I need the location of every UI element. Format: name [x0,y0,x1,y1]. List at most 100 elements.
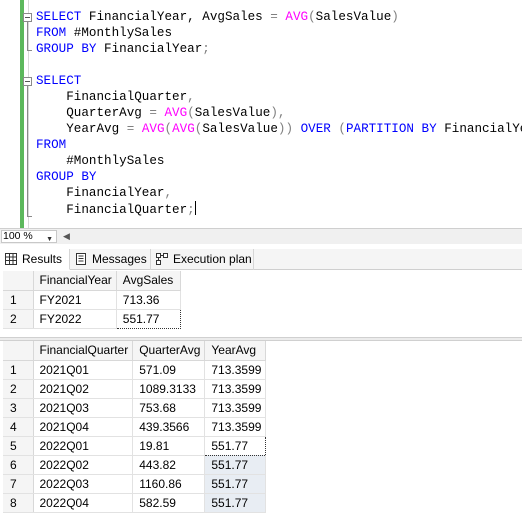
cell-avgsales[interactable]: 713.36 [116,290,181,310]
cell-financialyear[interactable]: FY2021 [33,290,117,310]
cell-financialquarter[interactable]: 2022Q03 [33,474,134,494]
cell-yearavg[interactable]: 551.77 [204,455,267,475]
sql-token: FinancialYear, AvgSales [81,10,271,24]
code-line[interactable]: GROUP BY FinancialYear; [36,41,522,57]
code-line[interactable]: FROM #MonthlySales [36,25,522,41]
sql-operator: ; [202,42,210,56]
table-row[interactable]: 7 2022Q03 1160.86 551.77 [3,474,267,494]
code-line[interactable]: FROM [36,137,522,153]
tab-results[interactable]: Results [0,249,70,270]
table-row[interactable]: 8 2022Q04 582.59 551.77 [3,493,267,513]
grid-corner[interactable] [3,271,34,291]
query-editor[interactable]: SELECT FinancialYear, AvgSales = AVG(Sal… [0,0,522,228]
row-number[interactable]: 8 [3,493,34,513]
sql-keyword: GROUP BY [36,170,97,184]
sql-token: YearAvg [36,122,127,136]
row-number[interactable]: 6 [3,455,34,475]
horizontal-scrollbar[interactable] [76,232,522,241]
tab-messages[interactable]: Messages [70,249,151,270]
zoom-dropdown[interactable]: 100 % ▼ [1,230,57,243]
code-line[interactable]: #MonthlySales [36,153,522,169]
table-row[interactable]: 2 2021Q02 1089.3133 713.3599 [3,379,267,399]
cell-yearavg[interactable]: 551.77 [204,435,267,456]
cell-quarteravg[interactable]: 1160.86 [132,474,206,494]
cell-financialquarter[interactable]: 2022Q02 [33,455,134,475]
sql-token: FinancialQuarter [36,203,188,217]
code-line[interactable]: SELECT FinancialYear, AvgSales = AVG(Sal… [36,9,522,25]
column-header-yearavg[interactable]: YearAvg [204,341,267,361]
tab-execution-plan[interactable]: Execution plan [151,249,254,270]
change-tracking-bar [20,0,24,228]
cell-financialquarter[interactable]: 2021Q02 [33,379,134,399]
row-number[interactable]: 3 [3,398,34,418]
sql-operator: ( [187,106,195,120]
table-row[interactable]: 1 2021Q01 571.09 713.3599 [3,360,267,380]
column-header-avgsales[interactable]: AvgSales [116,271,181,291]
table-row[interactable]: 2 FY2022 551.77 [3,308,181,329]
code-line[interactable]: SELECT [36,73,522,89]
column-header-financialyear[interactable]: FinancialYear [33,271,117,291]
messages-icon [76,253,86,265]
cell-yearavg[interactable]: 713.3599 [204,379,267,399]
collapse-toggle-icon[interactable] [23,13,32,22]
cell-quarteravg[interactable]: 571.09 [132,360,206,380]
column-header-quarteravg[interactable]: QuarterAvg [132,341,206,361]
cell-financialquarter[interactable]: 2021Q04 [33,417,134,437]
cell-quarteravg[interactable]: 1089.3133 [132,379,206,399]
code-line[interactable]: FinancialYear, [36,185,522,201]
code-line[interactable]: FinancialQuarter; [36,201,522,217]
table-row[interactable]: 3 2021Q03 753.68 713.3599 [3,398,267,418]
column-header-financialquarter[interactable]: FinancialQuarter [33,341,134,361]
row-number[interactable]: 7 [3,474,34,494]
cell-financialquarter[interactable]: 2022Q01 [33,436,134,456]
cell-financialyear[interactable]: FY2022 [33,309,117,329]
sql-function: AVG [164,106,188,120]
cell-financialquarter[interactable]: 2022Q04 [33,493,134,513]
cell-quarteravg[interactable]: 19.81 [132,436,206,456]
table-row[interactable]: 1 FY2021 713.36 [3,290,181,310]
cell-yearavg[interactable]: 551.77 [204,493,267,513]
cell-yearavg[interactable]: 713.3599 [204,417,267,437]
results-grid-1[interactable]: FinancialYear AvgSales 1 FY2021 713.36 2… [3,271,181,329]
code-line[interactable]: YearAvg = AVG(AVG(SalesValue)) OVER (PAR… [36,121,522,137]
cell-financialquarter[interactable]: 2021Q01 [33,360,134,380]
cell-avgsales-selected[interactable]: 551.77 [115,308,181,329]
table-row[interactable]: 4 2021Q04 439.3566 713.3599 [3,417,267,437]
grid-corner[interactable] [3,341,34,361]
code-line[interactable] [36,57,522,73]
scroll-left-icon[interactable]: ◀ [63,231,70,242]
row-number[interactable]: 5 [3,436,34,456]
outline-guide-end [27,50,32,51]
sql-token: #MonthlySales [66,26,173,40]
cell-financialquarter[interactable]: 2021Q03 [33,398,134,418]
sql-keyword: FROM [36,138,67,152]
cell-yearavg[interactable]: 713.3599 [204,398,267,418]
cell-quarteravg[interactable]: 753.68 [132,398,206,418]
tab-label: Results [22,252,63,266]
code-line[interactable]: GROUP BY [36,169,522,185]
cell-quarteravg[interactable]: 439.3566 [132,417,206,437]
row-number[interactable]: 4 [3,417,34,437]
row-number[interactable]: 2 [3,309,34,329]
tab-label: Messages [92,252,147,266]
cell-quarteravg[interactable]: 443.82 [132,455,206,475]
table-row[interactable]: 5 2022Q01 19.81 551.77 [3,435,267,456]
sql-code[interactable]: SELECT FinancialYear, AvgSales = AVG(Sal… [36,9,522,217]
sql-keyword: SELECT [36,10,82,24]
row-number[interactable]: 1 [3,360,34,380]
sql-operator: ), [270,106,286,120]
cell-yearavg[interactable]: 551.77 [204,474,267,494]
sql-operator: = [149,106,157,120]
editor-status-bar: 100 % ▼ ◀ [0,228,522,244]
collapse-toggle-icon[interactable] [23,77,32,86]
row-number[interactable]: 1 [3,290,34,310]
results-grid-2[interactable]: FinancialQuarter QuarterAvg YearAvg 1 202… [3,341,267,513]
code-line[interactable]: QuarterAvg = AVG(SalesValue), [36,105,522,121]
sql-token: #MonthlySales [36,154,165,168]
cell-yearavg[interactable]: 713.3599 [204,360,267,380]
cell-quarteravg[interactable]: 582.59 [132,493,206,513]
code-line[interactable]: FinancialQuarter, [36,89,522,105]
row-number[interactable]: 2 [3,379,34,399]
table-row[interactable]: 6 2022Q02 443.82 551.77 [3,455,267,475]
